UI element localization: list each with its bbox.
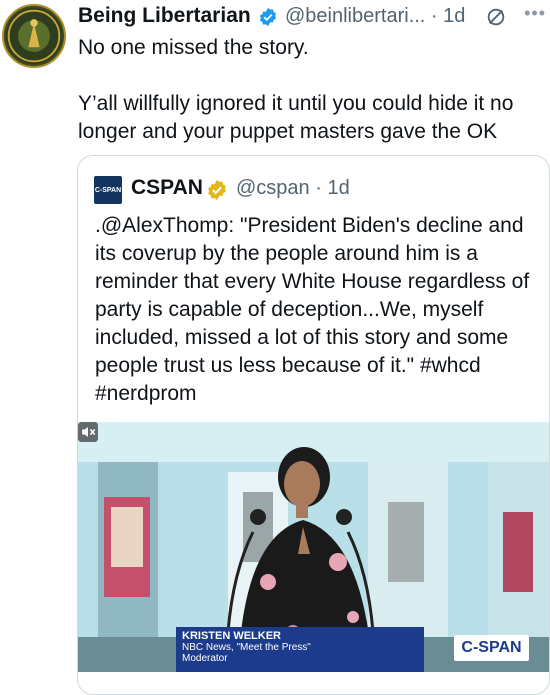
tweet-header: Being Libertarian @beinlibertari... · 1d… bbox=[78, 2, 550, 30]
quoted-tweet[interactable]: C-SPAN CSPAN @cspan · 1d .@AlexThomp: "P… bbox=[77, 155, 550, 695]
quoted-author-name: CSPAN bbox=[131, 176, 203, 199]
lower-third-caption: KRISTEN WELKER NBC News, "Meet the Press… bbox=[176, 627, 424, 672]
avatar[interactable] bbox=[2, 4, 66, 68]
verified-badge-icon bbox=[259, 7, 277, 27]
mute-icon[interactable] bbox=[78, 422, 98, 442]
author-name[interactable]: Being Libertarian bbox=[78, 4, 251, 28]
grok-icon[interactable] bbox=[485, 6, 507, 28]
video-player[interactable]: KRISTEN WELKER NBC News, "Meet the Press… bbox=[78, 422, 549, 672]
lower-third-affiliation: NBC News, "Meet the Press" bbox=[182, 642, 311, 653]
quoted-tweet-text: .@AlexThomp: "President Biden's decline … bbox=[95, 214, 530, 405]
lower-third-role: Moderator bbox=[182, 653, 228, 664]
cspan-avatar: C-SPAN bbox=[94, 176, 122, 204]
tweet-text-line1: No one missed the story. bbox=[78, 36, 309, 59]
cspan-bug-logo: C-SPAN bbox=[454, 635, 529, 661]
author-handle-time[interactable]: @beinlibertari... · 1d bbox=[285, 5, 465, 28]
tweet-text-paragraph2: Y’all willfully ignored it until you cou… bbox=[78, 92, 514, 143]
lower-third-name: KRISTEN WELKER bbox=[182, 630, 281, 642]
quoted-author-handle-time: @cspan · 1d bbox=[236, 177, 350, 199]
more-icon[interactable]: ••• bbox=[524, 3, 546, 24]
being-libertarian-logo bbox=[5, 7, 63, 65]
verified-gold-badge-icon bbox=[208, 179, 226, 201]
